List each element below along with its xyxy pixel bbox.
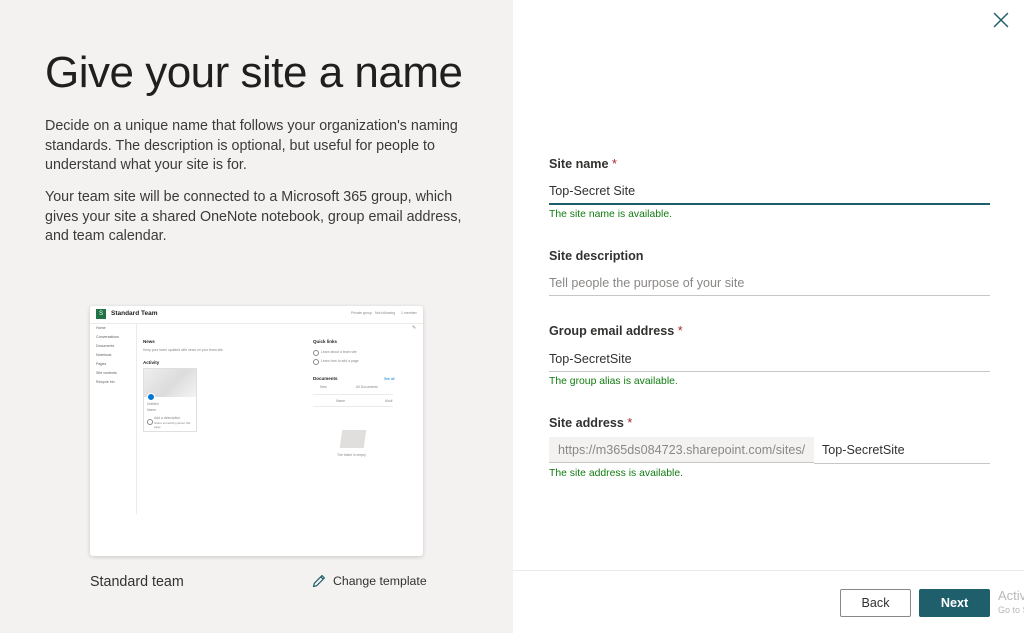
site-address-label: Site address * — [549, 416, 633, 430]
site-name-label: Site name * — [549, 157, 617, 171]
group-email-input[interactable] — [549, 347, 990, 372]
preview-nav-item: Recycle bin — [96, 380, 115, 384]
change-template-button[interactable]: Change template — [311, 573, 427, 589]
preview-nav-item: Documents — [96, 344, 115, 348]
site-name-status: The site name is available. — [549, 209, 673, 220]
preview-site-title: Standard Team — [111, 310, 158, 317]
preview-doc-divider — [313, 394, 393, 395]
required-marker: * — [677, 324, 683, 338]
preview-divider — [136, 324, 137, 514]
preview-card-person-icon — [147, 419, 153, 425]
close-button[interactable] — [985, 8, 1017, 32]
preview-documents-heading: Documents — [313, 376, 338, 381]
preview-doc-divider — [313, 406, 393, 407]
preview-empty-folder-icon — [339, 430, 367, 448]
preview-activity-heading: Activity — [143, 360, 160, 365]
site-address-status: The site address is available. — [549, 468, 683, 479]
preview-see-all: See all — [384, 377, 395, 381]
left-panel: Give your site a name Decide on a unique… — [0, 0, 513, 633]
preview-action-members: 1 member — [401, 311, 417, 315]
back-button[interactable]: Back — [840, 589, 911, 617]
preview-doc-all: All Documents — [356, 385, 378, 389]
preview-doc-col-name: Name — [336, 399, 346, 403]
preview-card-avatar — [147, 393, 155, 401]
preview-globe-icon — [313, 359, 319, 365]
preview-doc-new: New — [320, 385, 327, 389]
preview-card-line: Untitled — [147, 402, 159, 406]
preview-news-heading: News — [143, 339, 155, 344]
preview-action-private: Private group — [351, 311, 372, 315]
page-title: Give your site a name — [45, 48, 463, 97]
next-button[interactable]: Next — [919, 589, 990, 617]
change-template-label: Change template — [333, 574, 427, 588]
preview-nav-item: Conversations — [96, 335, 119, 339]
activation-watermark: Activate — [998, 588, 1024, 603]
footer-divider — [513, 570, 1024, 571]
preview-globe-icon — [313, 350, 319, 356]
preview-quick-link: Learn about a team site — [321, 350, 357, 354]
close-icon — [993, 12, 1009, 28]
preview-card-line: Share something about this page — [154, 421, 191, 429]
preview-action-following: Not following — [375, 311, 396, 315]
preview-doc-col-modified: Modi — [385, 399, 393, 403]
group-info-paragraph: Your team site will be connected to a Mi… — [45, 189, 462, 244]
preview-empty-text: The folder is empty — [337, 453, 366, 457]
required-marker: * — [627, 416, 633, 430]
preview-activity-card: Untitled Name Add a description Share so… — [143, 368, 197, 432]
group-email-label: Group email address * — [549, 324, 683, 338]
template-preview: S Standard Team Private group Not follow… — [90, 306, 423, 556]
pencil-icon — [312, 575, 325, 588]
preview-nav-item: Site contents — [96, 371, 117, 375]
preview-quick-links-heading: Quick links — [313, 339, 338, 344]
site-description-input[interactable] — [549, 271, 990, 296]
site-address-prefix: https://m365ds084723.sharepoint.com/site… — [549, 437, 814, 463]
preview-site-logo: S — [96, 309, 106, 319]
preview-nav-item: Pages — [96, 362, 107, 366]
right-panel — [513, 0, 1024, 633]
preview-nav-item: Notebook — [96, 353, 112, 357]
preview-news-text: Keep your team updated with news on your… — [143, 348, 223, 352]
preview-quick-link: Learn how to add a page — [321, 359, 359, 363]
template-name: Standard team — [90, 574, 184, 590]
preview-card-line: Name — [147, 408, 157, 412]
intro-paragraph: Decide on a unique name that follows you… — [45, 118, 458, 173]
preview-nav-item: Home — [96, 326, 106, 330]
site-description-label: Site description — [549, 249, 644, 263]
site-name-input[interactable] — [549, 179, 990, 205]
preview-edit-icon: ✎ — [412, 325, 417, 331]
required-marker: * — [612, 157, 617, 171]
preview-header: S Standard Team Private group Not follow… — [90, 306, 423, 324]
preview-card-line: Add a description — [154, 416, 181, 420]
group-email-status: The group alias is available. — [549, 376, 678, 387]
activation-watermark-sub: Go to Setti — [998, 605, 1024, 615]
site-address-input[interactable] — [814, 437, 990, 464]
